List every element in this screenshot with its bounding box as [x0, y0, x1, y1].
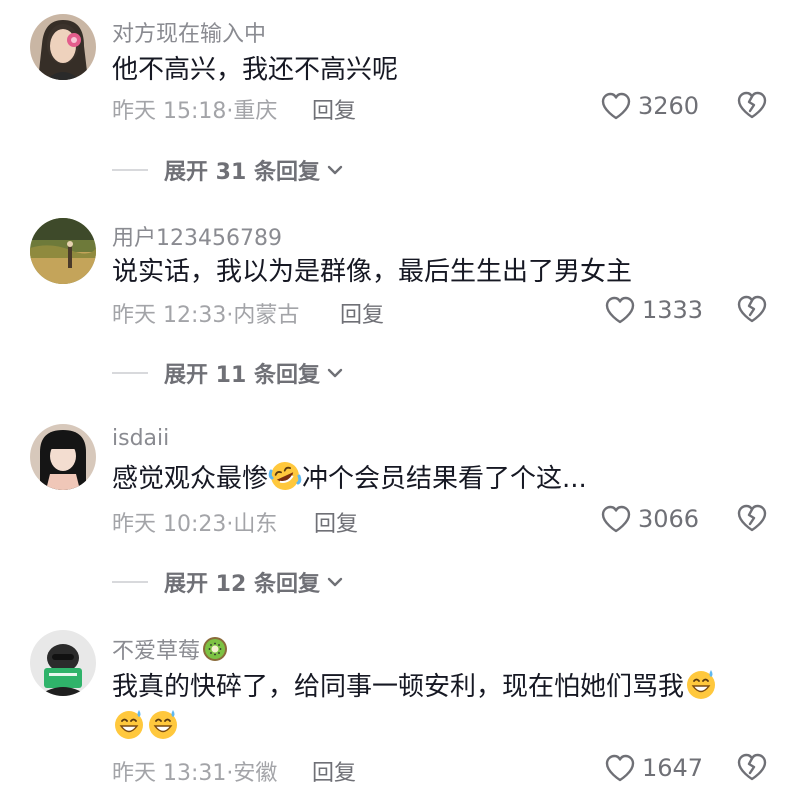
comment-time: 昨天 10:23 [112, 512, 227, 537]
comment-meta: 昨天 13:31·安徽 [112, 755, 277, 787]
comment-location: 重庆 [233, 99, 278, 124]
comment-meta: 昨天 12:33·内蒙古 [112, 297, 299, 329]
rofl-emoji-icon [268, 459, 302, 493]
expand-replies-button[interactable]: 展开 12 条回复 [112, 567, 346, 597]
like-button[interactable]: 1647 [604, 751, 703, 785]
broken-heart-icon [736, 293, 768, 325]
heart-icon [600, 91, 632, 121]
divider-line [112, 372, 148, 374]
dislike-button[interactable] [736, 89, 768, 121]
chevron-down-icon [324, 571, 346, 593]
like-count: 3066 [638, 505, 700, 533]
like-button[interactable]: 3260 [600, 89, 699, 123]
heart-icon [604, 295, 636, 325]
expand-replies-button[interactable]: 展开 31 条回复 [112, 155, 346, 185]
reply-button[interactable]: 回复 [340, 297, 384, 329]
heart-icon [604, 753, 636, 783]
like-count: 3260 [638, 92, 700, 120]
broken-heart-icon [736, 751, 768, 783]
like-button[interactable]: 3066 [600, 502, 699, 536]
comment-text: 我真的快碎了，给同事一顿安利，现在怕她们骂我 [112, 667, 772, 747]
comment-location: 内蒙古 [233, 303, 300, 328]
dislike-button[interactable] [736, 502, 768, 534]
avatar[interactable] [30, 218, 96, 284]
comment-meta: 昨天 15:18·重庆 [112, 93, 277, 125]
like-count: 1647 [642, 754, 704, 782]
username[interactable]: 用户123456789 [112, 220, 282, 252]
dislike-button[interactable] [736, 751, 768, 783]
comment-text: 说实话，我以为是群像，最后生生出了男女主 [112, 257, 633, 287]
divider-line [112, 581, 148, 583]
dislike-button[interactable] [736, 293, 768, 325]
reply-button[interactable]: 回复 [312, 93, 356, 125]
expand-replies-label: 展开 11 条回复 [164, 363, 320, 388]
grin-sweat-emoji-icon [146, 707, 180, 741]
comment-time: 昨天 15:18 [112, 99, 227, 124]
comment-meta: 昨天 10:23·山东 [112, 506, 277, 538]
reply-button[interactable]: 回复 [314, 506, 358, 538]
comment-text: 他不高兴，我还不高兴呢 [112, 55, 399, 85]
heart-icon [600, 504, 632, 534]
username[interactable]: 对方现在输入中 [112, 16, 266, 48]
username[interactable]: 不爱草莓 [112, 633, 228, 665]
grin-sweat-emoji-icon [112, 707, 146, 741]
broken-heart-icon [736, 502, 768, 534]
comment-time: 昨天 12:33 [112, 303, 227, 328]
kiwi-emoji-icon [202, 636, 228, 662]
comment-location: 安徽 [233, 761, 278, 786]
like-count: 1333 [642, 296, 704, 324]
like-button[interactable]: 1333 [604, 293, 703, 327]
username[interactable]: isdaii [112, 426, 169, 451]
comment-time: 昨天 13:31 [112, 761, 227, 786]
expand-replies-button[interactable]: 展开 11 条回复 [112, 358, 346, 388]
reply-button[interactable]: 回复 [312, 755, 356, 787]
divider-line [112, 169, 148, 171]
expand-replies-label: 展开 31 条回复 [164, 160, 320, 185]
avatar[interactable] [30, 424, 96, 490]
chevron-down-icon [324, 159, 346, 181]
comment-location: 山东 [233, 512, 278, 537]
broken-heart-icon [736, 89, 768, 121]
expand-replies-label: 展开 12 条回复 [164, 572, 320, 597]
avatar[interactable] [30, 14, 96, 80]
grin-sweat-emoji-icon [684, 667, 718, 701]
chevron-down-icon [324, 362, 346, 384]
avatar[interactable] [30, 630, 96, 696]
comment-text: 感觉观众最惨 冲个会员结果看了个这... [112, 459, 772, 499]
